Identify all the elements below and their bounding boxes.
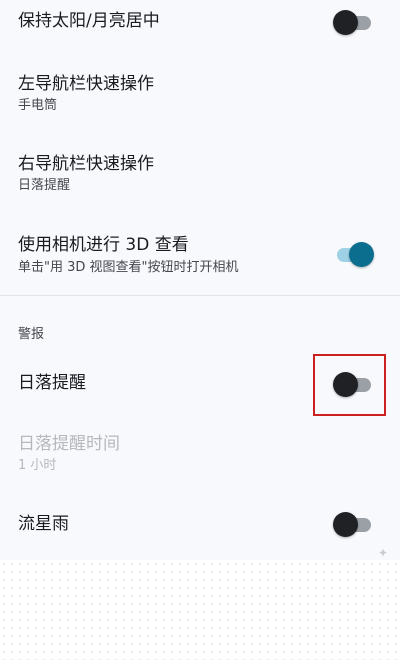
keep-centered-toggle[interactable] [333, 10, 373, 36]
setting-value: 1 小时 [18, 458, 57, 473]
setting-title: 左导航栏快速操作 [18, 74, 154, 94]
section-divider [0, 295, 400, 296]
camera-3d-toggle[interactable] [333, 242, 374, 268]
alerts-section-header: 警报 [18, 327, 45, 342]
setting-right-nav-action[interactable]: 右导航栏快速操作 日落提醒 [0, 142, 400, 206]
setting-title: 日落提醒 [18, 373, 86, 393]
setting-value: 日落提醒 [18, 178, 71, 193]
setting-title: 右导航栏快速操作 [18, 154, 154, 174]
dotted-background [0, 560, 400, 660]
toggle-thumb [349, 242, 374, 267]
setting-meteor-shower[interactable]: 流星雨 [0, 502, 400, 552]
setting-value: 手电筒 [18, 98, 58, 113]
setting-sunset-alert-time: 日落提醒时间 1 小时 [0, 422, 400, 486]
settings-panel: 保持太阳/月亮居中 左导航栏快速操作 手电筒 右导航栏快速操作 日落提醒 使用相… [0, 0, 400, 560]
setting-left-nav-action[interactable]: 左导航栏快速操作 手电筒 [0, 62, 400, 126]
setting-title: 日落提醒时间 [18, 434, 120, 454]
setting-title: 保持太阳/月亮居中 [18, 11, 160, 31]
toggle-thumb [333, 10, 358, 35]
highlight-box [313, 354, 386, 416]
setting-keep-centered[interactable]: 保持太阳/月亮居中 [0, 0, 400, 48]
setting-title: 使用相机进行 3D 查看 [18, 235, 189, 255]
setting-summary: 单击"用 3D 视图查看"按钮时打开相机 [18, 260, 239, 275]
meteor-shower-toggle[interactable] [333, 512, 373, 538]
setting-camera-3d[interactable]: 使用相机进行 3D 查看 单击"用 3D 视图查看"按钮时打开相机 [0, 222, 400, 286]
toggle-thumb [333, 512, 358, 537]
setting-title: 流星雨 [18, 514, 69, 534]
sparkle-icon: ✦ [378, 546, 389, 560]
